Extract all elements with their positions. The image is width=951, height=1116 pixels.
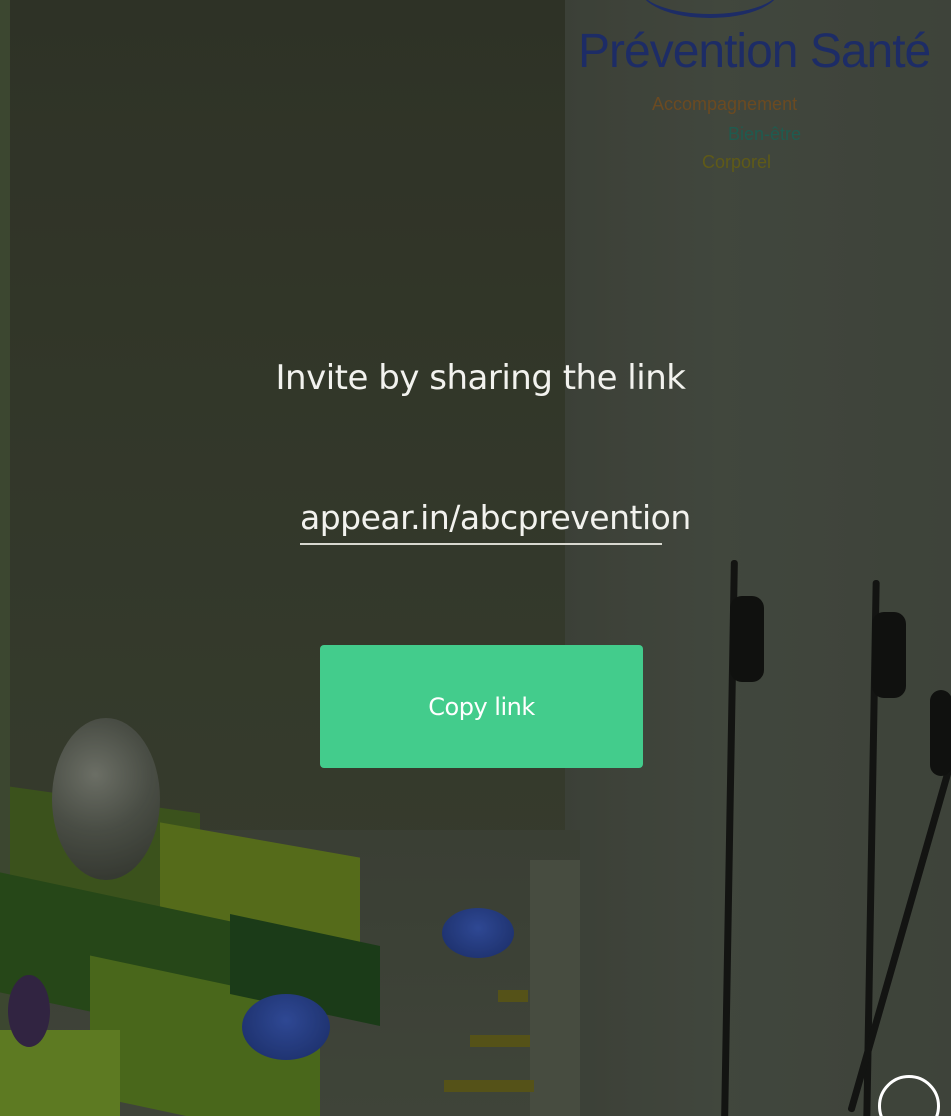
logo-tagline: Bien-être — [728, 124, 802, 144]
room-link[interactable]: appear.in/abcprevention — [300, 498, 691, 545]
logo-title: Prévention Santé — [578, 25, 931, 78]
video-stage: Prévention Santé Accompagnement Bien-êtr… — [0, 0, 951, 1116]
prevention-sante-logo: Prévention Santé Accompagnement Bien-êtr… — [578, 0, 931, 180]
copy-link-button[interactable]: Copy link — [320, 645, 643, 768]
logo-tagline: Accompagnement — [652, 94, 798, 114]
logo-arc — [640, 0, 780, 18]
logo-tagline: Corporel — [702, 152, 772, 172]
copy-link-label: Copy link — [428, 692, 535, 721]
invite-heading: Invite by sharing the link — [275, 358, 686, 398]
